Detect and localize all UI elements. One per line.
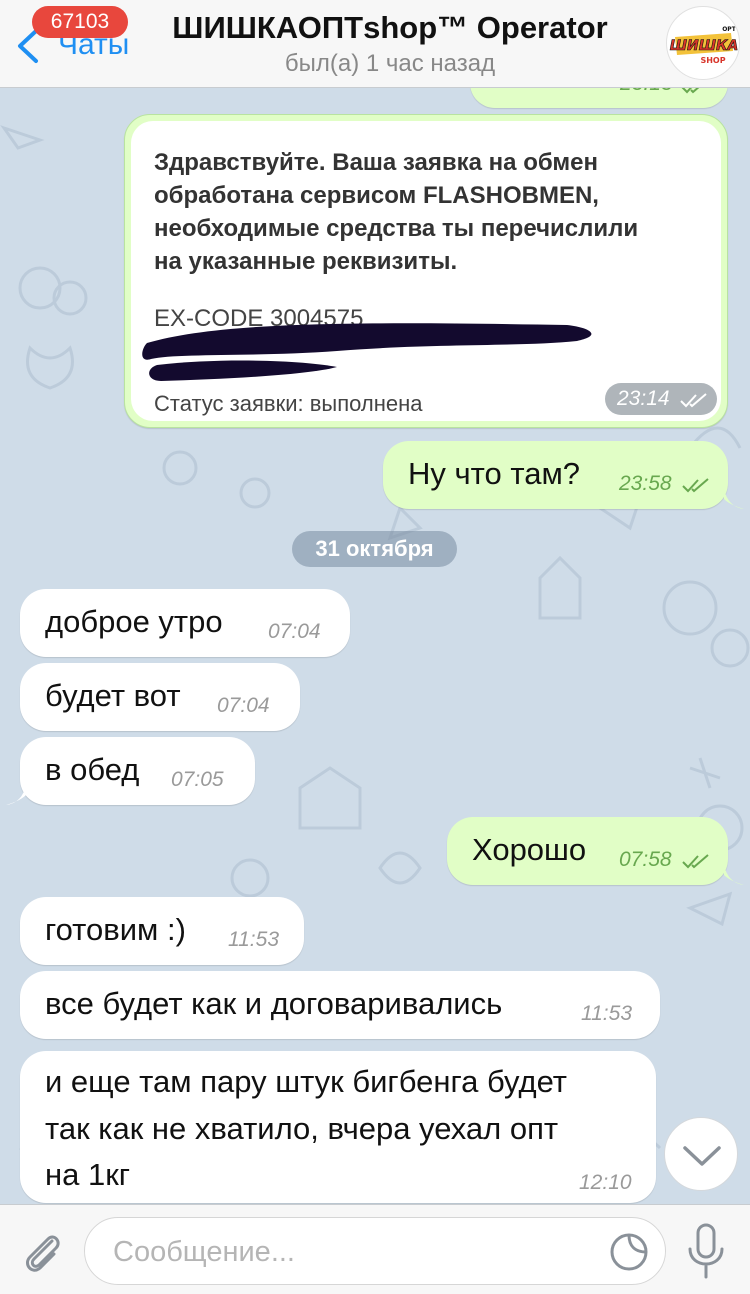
- message-time: 12:10: [579, 1171, 632, 1194]
- message-time: 07:04: [217, 694, 270, 717]
- message-time: 07:05: [171, 768, 224, 791]
- message-bubble-outgoing[interactable]: Хорошо 07:58: [447, 817, 728, 885]
- redaction-scribble: [142, 323, 592, 381]
- message-text-line: и еще там пару штук бигбенга будет: [45, 1064, 567, 1099]
- message-list[interactable]: 23:13 Здравствуйте. Ваша заявка на обмен…: [0, 88, 750, 1204]
- time-pill: 23:14: [605, 383, 717, 415]
- message-text: доброе утро: [45, 604, 223, 639]
- double-check-icon: [682, 478, 709, 493]
- message-text: в обед: [45, 752, 140, 787]
- paperclip-icon[interactable]: [18, 1227, 68, 1277]
- microphone-icon[interactable]: [686, 1223, 726, 1281]
- request-status: Статус заявки: выполнена: [154, 391, 423, 416]
- message-composer: Сообщение...: [0, 1204, 750, 1294]
- message-time: 11:53: [228, 928, 279, 951]
- bubble-tail: [724, 865, 744, 885]
- avatar-logo-text: ШИШКА: [670, 38, 739, 54]
- message-bubble-outgoing[interactable]: Ну что там? 23:58: [383, 441, 728, 509]
- message-input[interactable]: Сообщение...: [84, 1217, 666, 1285]
- message-bubble-outgoing[interactable]: Здравствуйте. Ваша заявка на обмен обраб…: [124, 114, 728, 428]
- message-bubble-outgoing[interactable]: 23:13: [470, 88, 728, 108]
- message-time: 23:58: [619, 472, 672, 495]
- shop-logo-icon: ШИШКА SHOP OPT: [669, 26, 739, 65]
- message-bubble-incoming[interactable]: в обед 07:05: [20, 737, 255, 805]
- message-bubble-incoming[interactable]: будет вот 07:04: [20, 663, 300, 731]
- message-text: Хорошо: [472, 832, 587, 867]
- message-time: 23:13: [620, 88, 673, 96]
- last-seen-status: был(а) 1 час назад: [284, 50, 496, 77]
- message-text-line: на 1кг: [45, 1157, 131, 1192]
- forwarded-notice-card: Здравствуйте. Ваша заявка на обмен обраб…: [131, 121, 721, 421]
- message-bubble-incoming[interactable]: готовим :) 11:53: [20, 897, 304, 965]
- message-text-line: Здравствуйте. Ваша заявка на обмен: [154, 149, 598, 176]
- bubble-tail: [724, 489, 744, 509]
- message-bubble-incoming[interactable]: и еще там пару штук бигбенга будет так к…: [20, 1051, 656, 1203]
- double-check-icon: [680, 393, 707, 408]
- message-bubble-incoming[interactable]: доброе утро 07:04: [20, 589, 350, 657]
- chat-header: Чаты 67103 ШИШКАОПТshop™ Operator был(а)…: [0, 0, 750, 88]
- chat-title[interactable]: ШИШКАОПТshop™ Operator: [140, 10, 640, 46]
- chevron-down-icon: [683, 1146, 721, 1166]
- message-text-line: так как не хватило, вчера уехал опт: [45, 1111, 559, 1146]
- message-text: будет вот: [45, 678, 181, 713]
- unread-count-badge[interactable]: 67103: [32, 6, 128, 38]
- message-time: 07:04: [268, 620, 321, 643]
- message-time: 11:53: [581, 1002, 632, 1025]
- double-check-icon: [681, 88, 700, 94]
- message-bubble-incoming[interactable]: все будет как и договаривались 11:53: [20, 971, 660, 1039]
- scroll-to-bottom-button[interactable]: [664, 1117, 738, 1191]
- sticker-icon[interactable]: [609, 1232, 649, 1272]
- message-text-line: на указанные реквизиты.: [154, 248, 458, 275]
- avatar-logo-corner: OPT: [722, 26, 736, 33]
- message-input-placeholder: Сообщение...: [113, 1236, 295, 1268]
- message-time: 23:14: [617, 387, 670, 410]
- avatar-logo-subtext: SHOP: [700, 56, 725, 65]
- message-text: Ну что там?: [408, 456, 580, 491]
- date-divider: 31 октября: [292, 531, 457, 567]
- message-text: все будет как и договаривались: [45, 986, 503, 1021]
- message-text: готовим :): [45, 912, 186, 947]
- avatar[interactable]: ШИШКА SHOP OPT: [666, 6, 740, 80]
- message-text-line: необходимые средства ты перечислили: [154, 215, 639, 242]
- double-check-icon: [682, 854, 709, 869]
- message-time: 07:58: [619, 848, 672, 871]
- message-text-line: обработана сервисом FLASHOBMEN,: [154, 182, 599, 209]
- bubble-tail: [6, 785, 26, 805]
